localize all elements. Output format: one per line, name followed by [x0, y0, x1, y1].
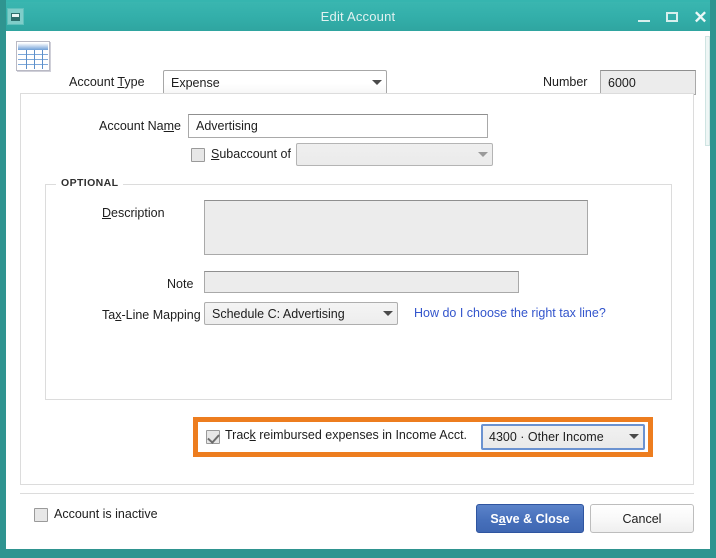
income-account-dropdown[interactable]: 4300 · Other Income [481, 424, 645, 450]
income-account-value: 4300 · Other Income [483, 430, 625, 444]
account-type-label: Account Type [69, 75, 145, 89]
number-label: Number [543, 75, 587, 89]
account-type-value: Expense [164, 76, 368, 90]
subaccount-dropdown[interactable] [296, 143, 493, 166]
tax-line-help-link[interactable]: How do I choose the right tax line? [414, 306, 606, 320]
title-bar: Edit Account ✕ [0, 0, 716, 31]
account-inactive-label: Account is inactive [54, 507, 158, 521]
cancel-button[interactable]: Cancel [590, 504, 694, 533]
account-name-label: Account Name [99, 119, 181, 133]
optional-group-title: OPTIONAL [56, 177, 123, 189]
edit-account-window: Edit Account ✕ Account Type Expense Numb… [0, 0, 716, 558]
save-and-close-button[interactable]: Save & Close [476, 504, 584, 533]
maximize-icon[interactable] [665, 10, 680, 25]
scrollbar[interactable] [705, 36, 710, 146]
tax-line-mapping-label: Tax-Line Mapping [102, 308, 201, 322]
chevron-down-icon [368, 79, 386, 87]
description-input[interactable] [204, 200, 588, 255]
minimize-icon[interactable] [637, 10, 652, 25]
note-input[interactable] [204, 271, 519, 293]
account-form-panel: Account Name Advertising Subaccount of O… [20, 93, 694, 485]
track-reimbursed-label: Track reimbursed expenses in Income Acct… [225, 428, 467, 442]
subaccount-checkbox[interactable] [191, 148, 205, 162]
account-register-icon [16, 41, 50, 71]
window-controls: ✕ [637, 2, 708, 33]
footer-divider [20, 493, 694, 494]
chevron-down-icon [625, 433, 643, 441]
subaccount-label: Subaccount of [211, 147, 291, 161]
window-title: Edit Account [0, 9, 716, 24]
account-name-input[interactable]: Advertising [188, 114, 488, 138]
chevron-down-icon [379, 310, 397, 318]
close-icon[interactable]: ✕ [693, 10, 708, 25]
track-reimbursed-checkbox[interactable] [206, 430, 220, 444]
number-input[interactable]: 6000 [600, 70, 696, 95]
account-type-dropdown[interactable]: Expense [163, 70, 387, 95]
chevron-down-icon [474, 151, 492, 159]
tax-line-mapping-value: Schedule C: Advertising [205, 307, 379, 321]
account-type-row: Account Type Expense Number 6000 [6, 31, 710, 83]
tax-line-mapping-dropdown[interactable]: Schedule C: Advertising [204, 302, 398, 325]
description-label: Description [102, 206, 165, 220]
note-label: Note [167, 277, 193, 291]
account-inactive-checkbox[interactable] [34, 508, 48, 522]
